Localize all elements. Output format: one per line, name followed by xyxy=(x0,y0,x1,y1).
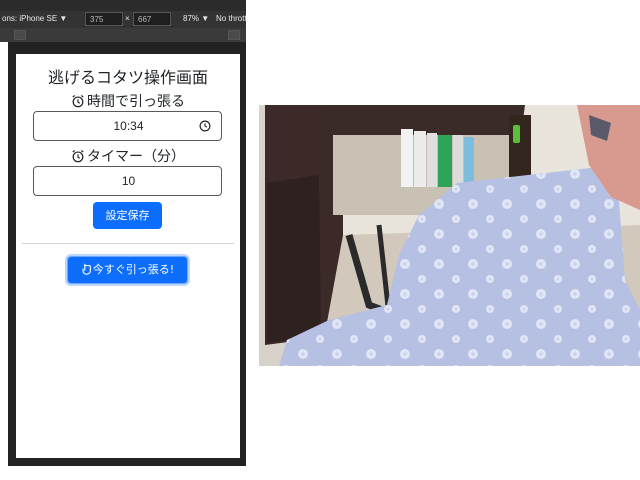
save-settings-button[interactable]: 設定保存 xyxy=(93,202,162,229)
device-height-input[interactable]: 667 xyxy=(133,12,171,26)
time-label: 時間で引っ張る xyxy=(87,94,185,110)
zoom-select[interactable]: 87% ▼ xyxy=(183,14,209,23)
kotatsu-photo xyxy=(259,105,640,366)
timer-input-value: 10 xyxy=(121,174,136,188)
pull-now-button[interactable]: 今すぐ引っ張る! xyxy=(67,256,188,284)
page-title: 逃げるコタツ操作画面 xyxy=(47,68,208,87)
photo-wall-charger xyxy=(513,125,520,143)
device-toolbar-bar: ons: iPhone SE ▼ 375 × 667 87% ▼ No thro… xyxy=(0,11,247,28)
dimension-times-icon: × xyxy=(125,14,130,23)
ruler-segment xyxy=(228,30,240,40)
phone-viewport: 逃げるコタツ操作画面 時間で引っ張る 10:34 タイマー（分） 10 設定保存 xyxy=(16,54,240,458)
device-select[interactable]: ons: iPhone SE ▼ xyxy=(2,14,67,23)
hand-pointer-icon xyxy=(81,259,92,285)
photo-desk-top xyxy=(329,105,525,135)
time-input-value: 10:34 xyxy=(113,119,144,133)
divider xyxy=(22,243,234,244)
time-input[interactable]: 10:34 xyxy=(33,111,222,141)
timer-label-row: タイマー（分） xyxy=(16,146,240,167)
ruler-segment xyxy=(14,30,26,40)
pull-now-label: 今すぐ引っ張る! xyxy=(92,263,175,276)
timer-minutes-input[interactable]: 10 xyxy=(33,166,222,196)
media-query-strip xyxy=(0,28,246,42)
alarm-clock-icon xyxy=(71,94,85,112)
timer-label: タイマー（分） xyxy=(87,149,185,165)
clock-icon[interactable] xyxy=(199,120,211,135)
photo-cabinet-door xyxy=(267,175,321,343)
devtools-toolbar: ons: iPhone SE ▼ 375 × 667 87% ▼ No thro… xyxy=(0,0,247,42)
throttle-select[interactable]: No thrott xyxy=(216,14,247,23)
screenshot-stage: ons: iPhone SE ▼ 375 × 667 87% ▼ No thro… xyxy=(0,0,640,480)
time-label-row: 時間で引っ張る xyxy=(16,91,240,112)
device-width-input[interactable]: 375 xyxy=(85,12,123,26)
alarm-clock-icon xyxy=(71,149,85,167)
